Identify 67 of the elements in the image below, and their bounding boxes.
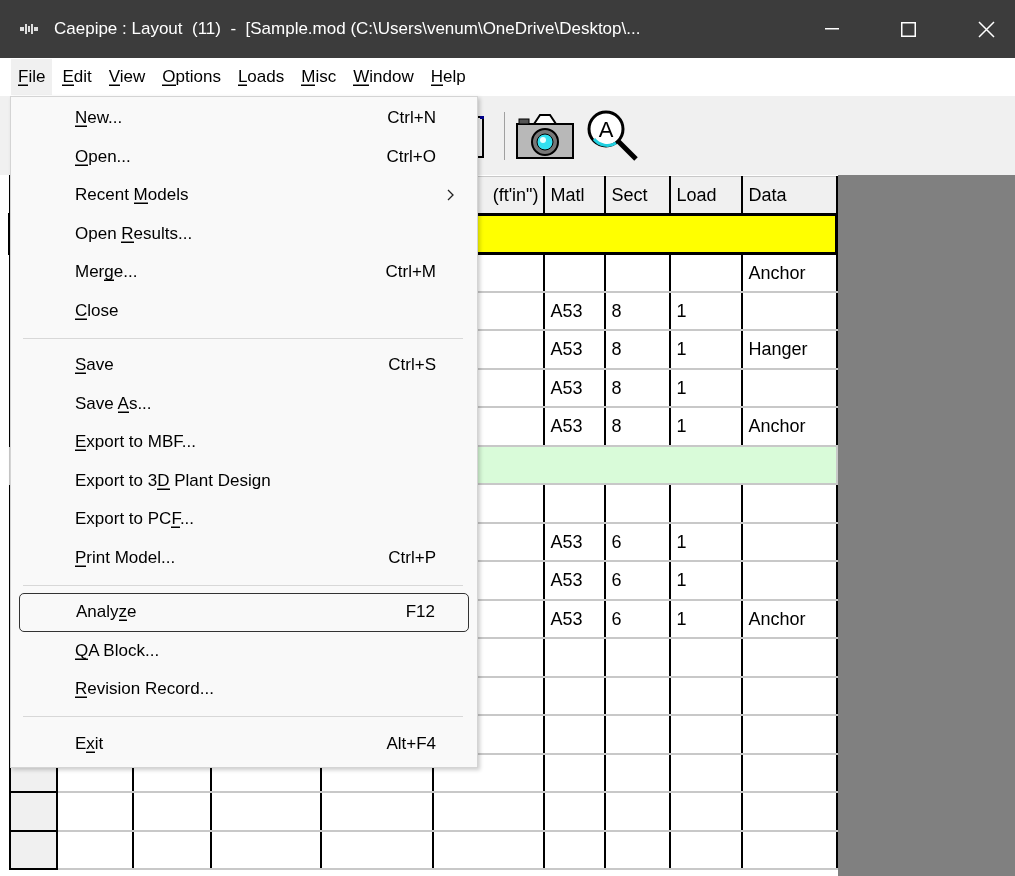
menu-bar-item[interactable]: Help [423, 59, 473, 95]
window-title: Caepipe : Layout (11) - [Sample.mod (C:\Users\venum\OneDrive\Desktop\... [54, 19, 641, 39]
table-cell: A53 [543, 561, 605, 600]
table-cell: Anchor [741, 253, 837, 292]
shortcut-label: Ctrl+N [387, 108, 436, 129]
table-cell: 8 [604, 330, 670, 369]
column-header[interactable]: Matl [543, 176, 605, 215]
shortcut-label: Ctrl+O [386, 146, 436, 167]
table-cell: 8 [604, 407, 670, 446]
menu-bar-item[interactable]: Loads [230, 59, 292, 95]
shortcut-label: Ctrl+M [385, 262, 436, 283]
table-cell: A53 [543, 291, 605, 330]
menu-item[interactable]: Export to 3D Plant Design [19, 461, 469, 500]
menu-item[interactable]: Revision Record... [19, 670, 469, 709]
menu-item[interactable]: Save As... [19, 384, 469, 423]
menu-item[interactable]: Export to MBF... [19, 423, 469, 462]
app-icon [20, 24, 38, 34]
column-header[interactable]: Sect [604, 176, 670, 215]
shortcut-label: Alt+F4 [386, 733, 436, 754]
row-header-cell[interactable] [9, 792, 57, 831]
menu-item[interactable]: Open... Ctrl+O [19, 137, 469, 176]
table-cell: 1 [669, 291, 742, 330]
menu-item[interactable]: Open Results... [19, 214, 469, 253]
menu-bar-item[interactable]: View [101, 59, 153, 95]
table-cell: 1 [669, 561, 742, 600]
column-header[interactable]: Data [741, 176, 837, 215]
row-header-cell[interactable] [9, 830, 57, 869]
menu-item[interactable]: QA Block... [19, 631, 469, 670]
table-cell: 8 [604, 368, 670, 407]
table-cell: 6 [604, 522, 670, 561]
table-cell: A53 [543, 522, 605, 561]
table-cell: 1 [669, 368, 742, 407]
menu-item[interactable]: Analyze F12 [19, 593, 469, 632]
shortcut-label: F12 [405, 602, 435, 623]
table-cell: A53 [543, 330, 605, 369]
menu-item[interactable]: Save Ctrl+S [19, 346, 469, 385]
menu-item[interactable]: Close [19, 291, 469, 330]
table-cell: A53 [543, 599, 605, 638]
table-cell: A53 [543, 368, 605, 407]
table-cell: Anchor [741, 407, 837, 446]
menu-bar-item[interactable]: Misc [294, 59, 344, 95]
camera-icon[interactable] [516, 111, 574, 160]
maximize-icon[interactable] [901, 21, 916, 37]
shortcut-label: Ctrl+S [388, 355, 436, 376]
table-cell: Anchor [741, 599, 837, 638]
table-cell: 6 [604, 599, 670, 638]
table-cell: 8 [604, 291, 670, 330]
table-cell: 1 [669, 522, 742, 561]
table-cell: 6 [604, 561, 670, 600]
menu-item[interactable]: Export to PCF... [19, 500, 469, 539]
table-cell: 1 [669, 407, 742, 446]
menu-item[interactable]: New... Ctrl+N [19, 99, 469, 138]
menu-bar-item[interactable]: Window [346, 59, 421, 95]
menu-item[interactable]: Exit Alt+F4 [19, 724, 469, 763]
minimize-icon[interactable] [825, 28, 839, 30]
table-cell: A53 [543, 407, 605, 446]
table-cell: 1 [669, 599, 742, 638]
shortcut-label: Ctrl+P [388, 547, 436, 568]
menu-bar-item[interactable]: Options [155, 59, 228, 95]
close-icon[interactable] [978, 20, 995, 38]
table-cell: 1 [669, 330, 742, 369]
menu-item[interactable]: Merge... Ctrl+M [19, 253, 469, 292]
menu-item[interactable]: Print Model... Ctrl+P [19, 538, 469, 577]
menu-bar-item[interactable]: File [11, 59, 53, 95]
table-cell: Hanger [741, 330, 837, 369]
column-header[interactable]: Load [669, 176, 742, 215]
menu-bar-item[interactable]: Edit [55, 59, 99, 95]
